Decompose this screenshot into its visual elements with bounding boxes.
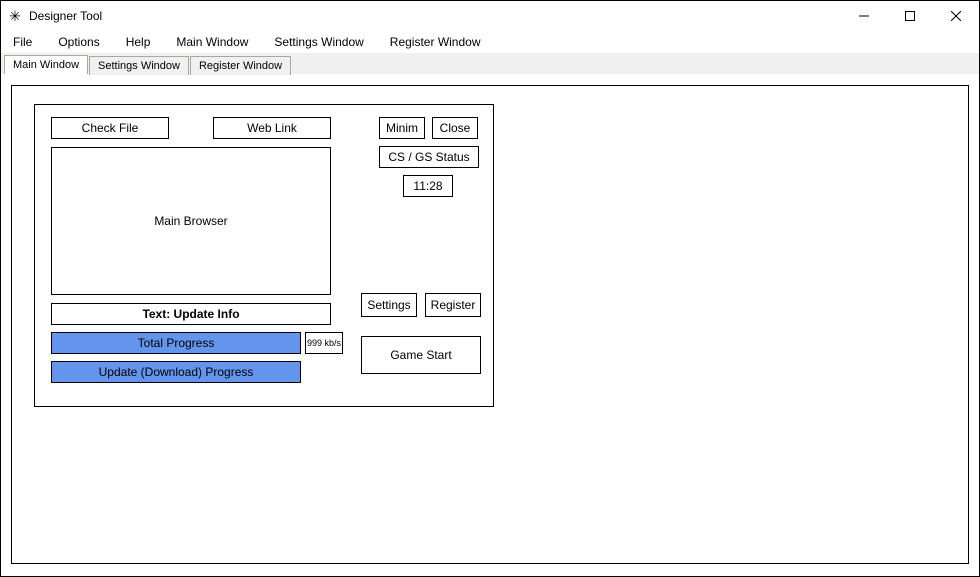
designer-panel: Check File Web Link Main Browser Text: U… <box>34 104 494 407</box>
tab-main-window[interactable]: Main Window <box>4 55 88 74</box>
menu-settings-window[interactable]: Settings Window <box>270 33 367 51</box>
window-controls <box>841 1 979 31</box>
settings-button[interactable]: Settings <box>361 293 417 317</box>
game-start-button[interactable]: Game Start <box>361 336 481 374</box>
content-frame: Check File Web Link Main Browser Text: U… <box>11 85 969 564</box>
menu-main-window[interactable]: Main Window <box>172 33 252 51</box>
close-button[interactable] <box>933 1 979 31</box>
app-icon: ✳ <box>7 8 23 24</box>
close-panel-button[interactable]: Close <box>432 117 478 139</box>
menu-help[interactable]: Help <box>122 33 155 51</box>
check-file-button[interactable]: Check File <box>51 117 169 139</box>
content-area: Check File Web Link Main Browser Text: U… <box>1 75 979 576</box>
main-browser-box[interactable]: Main Browser <box>51 147 331 295</box>
app-window: ✳ Designer Tool File Options Help Main W… <box>0 0 980 577</box>
tab-settings-window[interactable]: Settings Window <box>89 56 189 75</box>
total-progressbar: Total Progress <box>51 332 301 354</box>
update-info-box: Text: Update Info <box>51 303 331 325</box>
window-title: Designer Tool <box>29 9 841 23</box>
menu-register-window[interactable]: Register Window <box>386 33 485 51</box>
menubar: File Options Help Main Window Settings W… <box>1 31 979 53</box>
menu-options[interactable]: Options <box>54 33 103 51</box>
register-button[interactable]: Register <box>425 293 481 317</box>
csgs-status-box[interactable]: CS / GS Status <box>379 146 479 168</box>
speed-box: 999 kb/s <box>305 332 343 354</box>
download-progressbar: Update (Download) Progress <box>51 361 301 383</box>
minim-button[interactable]: Minim <box>379 117 425 139</box>
web-link-button[interactable]: Web Link <box>213 117 331 139</box>
time-box: 11:28 <box>403 175 453 197</box>
minimize-button[interactable] <box>841 1 887 31</box>
tab-register-window[interactable]: Register Window <box>190 56 291 75</box>
menu-file[interactable]: File <box>9 33 36 51</box>
titlebar: ✳ Designer Tool <box>1 1 979 31</box>
maximize-button[interactable] <box>887 1 933 31</box>
tabbar: Main Window Settings Window Register Win… <box>1 53 979 75</box>
